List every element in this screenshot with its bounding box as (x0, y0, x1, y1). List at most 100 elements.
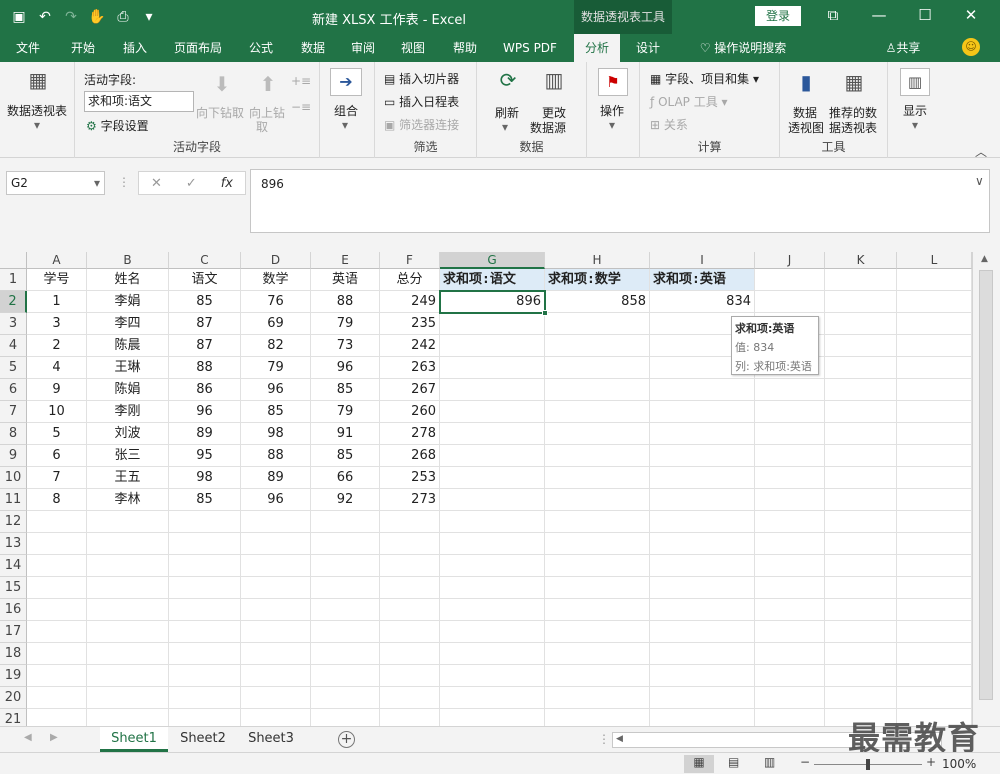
column-header-f[interactable]: F (380, 252, 440, 269)
cell-d14[interactable] (241, 555, 311, 577)
cell-l20[interactable] (897, 687, 972, 709)
cell-c16[interactable] (169, 599, 241, 621)
cell-d11[interactable]: 96 (241, 489, 311, 511)
ribbon-display-options-icon[interactable]: ⧉ (810, 0, 856, 30)
cell-a7[interactable]: 10 (27, 401, 87, 423)
cell-e8[interactable]: 91 (311, 423, 380, 445)
spreadsheet-grid[interactable]: A B C D E F G H I J K L 1 学号 姓名 语文 数学 英语 总分 求和项:语文 求和项:数学 求和项… (0, 252, 972, 726)
cell-e5[interactable]: 96 (311, 357, 380, 379)
row-header-5[interactable]: 5 (0, 357, 27, 379)
cell-a16[interactable] (27, 599, 87, 621)
chevron-down-icon[interactable]: ▾ (34, 118, 40, 132)
customize-qat-icon[interactable]: ▾ (138, 6, 160, 28)
cell-c18[interactable] (169, 643, 241, 665)
cell-f1[interactable]: 总分 (380, 269, 440, 291)
cell-j13[interactable] (755, 533, 825, 555)
row-header-9[interactable]: 9 (0, 445, 27, 467)
name-box[interactable]: G2 ▾ (6, 171, 105, 195)
actions-button[interactable]: 操作 (600, 102, 624, 119)
cell-h19[interactable] (545, 665, 650, 687)
cell-g5[interactable] (440, 357, 545, 379)
tab-help[interactable]: 帮助 (444, 34, 486, 62)
undo-icon[interactable]: ↶ (34, 6, 56, 28)
cell-d21[interactable] (241, 709, 311, 726)
group-button[interactable]: 组合 (334, 102, 358, 119)
cell-i13[interactable] (650, 533, 755, 555)
cell-c7[interactable]: 96 (169, 401, 241, 423)
cell-k4[interactable] (825, 335, 897, 357)
cell-i8[interactable] (650, 423, 755, 445)
cell-b16[interactable] (87, 599, 169, 621)
cell-e19[interactable] (311, 665, 380, 687)
row-header-4[interactable]: 4 (0, 335, 27, 357)
cell-e17[interactable] (311, 621, 380, 643)
cell-i7[interactable] (650, 401, 755, 423)
cell-l3[interactable] (897, 313, 972, 335)
cell-d2[interactable]: 76 (241, 291, 311, 313)
touch-mode-icon[interactable]: ✋ (86, 6, 108, 28)
tab-review[interactable]: 审阅 (342, 34, 384, 62)
cell-l17[interactable] (897, 621, 972, 643)
cell-e15[interactable] (311, 577, 380, 599)
tab-formulas[interactable]: 公式 (240, 34, 282, 62)
cell-e18[interactable] (311, 643, 380, 665)
relationships-button[interactable]: ⊞ 关系 (650, 116, 688, 133)
cell-h1[interactable]: 求和项:数学 (545, 269, 650, 291)
cell-c4[interactable]: 87 (169, 335, 241, 357)
cell-d12[interactable] (241, 511, 311, 533)
olap-tools-button[interactable]: ƒ OLAP 工具 ▾ (650, 93, 728, 110)
cell-f20[interactable] (380, 687, 440, 709)
sheet-tab-sheet3[interactable]: Sheet3 (238, 727, 304, 752)
column-header-i[interactable]: I (650, 252, 755, 269)
cell-j14[interactable] (755, 555, 825, 577)
insert-timeline-button[interactable]: ▭ 插入日程表 (384, 93, 459, 110)
cell-k14[interactable] (825, 555, 897, 577)
cell-f13[interactable] (380, 533, 440, 555)
formula-input[interactable]: 896 (250, 169, 990, 233)
chevron-down-icon[interactable]: ▾ (94, 172, 100, 194)
cell-h7[interactable] (545, 401, 650, 423)
cell-j20[interactable] (755, 687, 825, 709)
redo-icon[interactable]: ↷ (60, 6, 82, 28)
cell-k16[interactable] (825, 599, 897, 621)
cell-l11[interactable] (897, 489, 972, 511)
cell-a21[interactable] (27, 709, 87, 726)
cell-k10[interactable] (825, 467, 897, 489)
cell-f17[interactable] (380, 621, 440, 643)
enter-icon[interactable]: ✓ (186, 176, 197, 191)
print-preview-icon[interactable]: ⎙ (112, 6, 134, 28)
cell-e3[interactable]: 79 (311, 313, 380, 335)
page-layout-view-icon[interactable]: ▤ (728, 755, 739, 769)
cell-d6[interactable]: 96 (241, 379, 311, 401)
cell-g14[interactable] (440, 555, 545, 577)
cell-k19[interactable] (825, 665, 897, 687)
cell-c11[interactable]: 85 (169, 489, 241, 511)
cell-k12[interactable] (825, 511, 897, 533)
cell-b9[interactable]: 张三 (87, 445, 169, 467)
cell-e6[interactable]: 85 (311, 379, 380, 401)
cell-h3[interactable] (545, 313, 650, 335)
cell-a18[interactable] (27, 643, 87, 665)
column-header-a[interactable]: A (27, 252, 87, 269)
cell-h2[interactable]: 858 (545, 291, 650, 313)
cell-h9[interactable] (545, 445, 650, 467)
cell-a19[interactable] (27, 665, 87, 687)
column-header-b[interactable]: B (87, 252, 169, 269)
cell-f9[interactable]: 268 (380, 445, 440, 467)
tab-insert[interactable]: 插入 (114, 34, 156, 62)
row-header-3[interactable]: 3 (0, 313, 27, 335)
prev-sheet-icon[interactable]: ◀ (24, 732, 32, 743)
cell-k2[interactable] (825, 291, 897, 313)
cell-j18[interactable] (755, 643, 825, 665)
cell-k11[interactable] (825, 489, 897, 511)
cell-h13[interactable] (545, 533, 650, 555)
cell-l5[interactable] (897, 357, 972, 379)
cell-l16[interactable] (897, 599, 972, 621)
cell-c14[interactable] (169, 555, 241, 577)
cell-f15[interactable] (380, 577, 440, 599)
cell-j2[interactable] (755, 291, 825, 313)
cell-j6[interactable] (755, 379, 825, 401)
cell-i21[interactable] (650, 709, 755, 726)
cell-g7[interactable] (440, 401, 545, 423)
expand-field-icon[interactable]: +≡ (291, 74, 311, 88)
